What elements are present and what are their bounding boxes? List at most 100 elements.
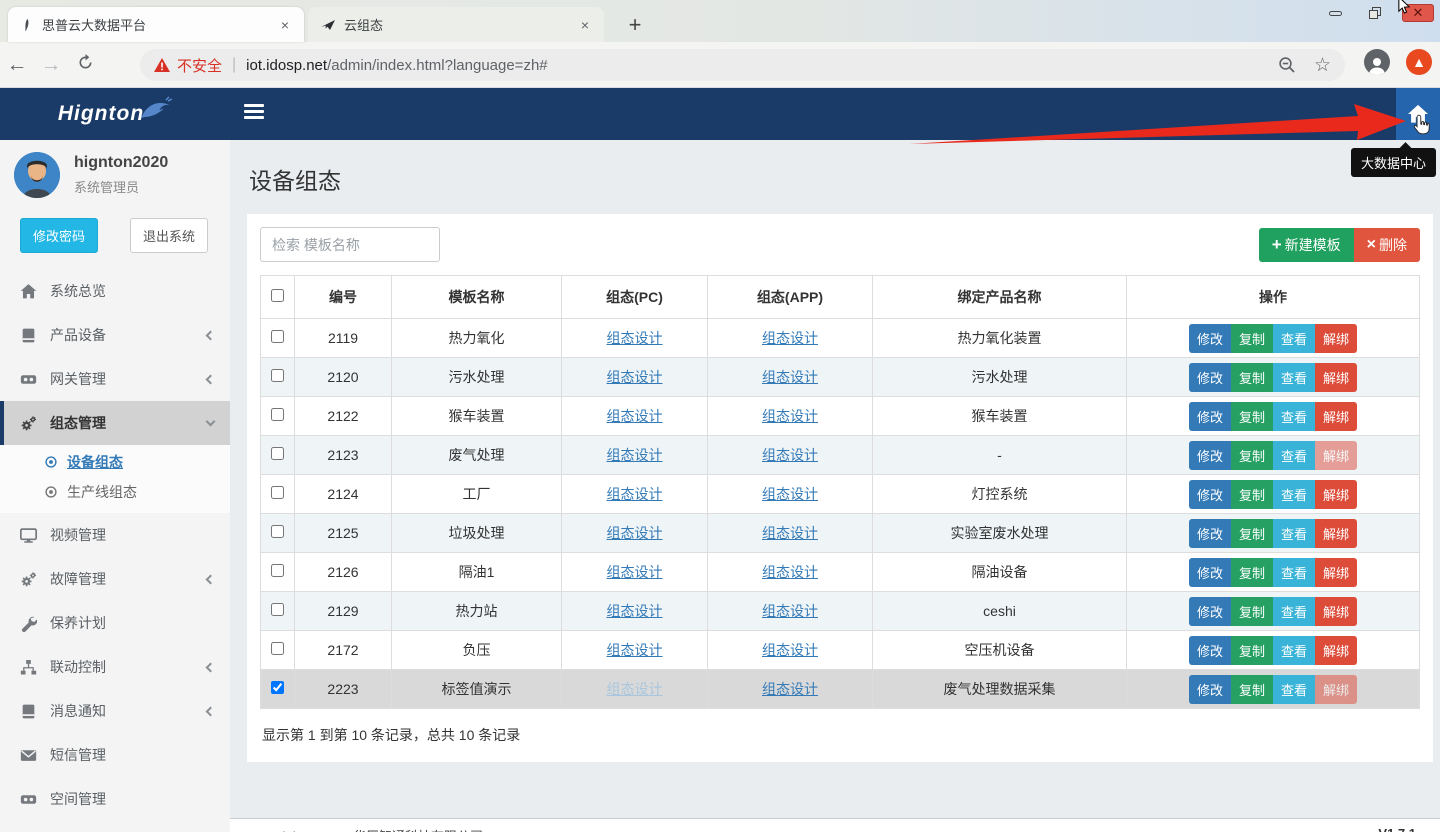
copy-button[interactable]: 复制 bbox=[1231, 558, 1273, 587]
pc-config-link[interactable]: 组态设计 bbox=[607, 447, 663, 463]
app-config-link[interactable]: 组态设计 bbox=[762, 330, 818, 346]
app-config-link[interactable]: 组态设计 bbox=[762, 642, 818, 658]
view-button[interactable]: 查看 bbox=[1273, 324, 1315, 353]
row-checkbox[interactable] bbox=[271, 603, 284, 616]
sidebar-item-line-config[interactable]: 生产线组态 bbox=[0, 477, 230, 507]
user-avatar[interactable] bbox=[14, 152, 60, 198]
browser-tab-active[interactable]: 思普云大数据平台 × bbox=[8, 7, 304, 42]
pc-config-link[interactable]: 组态设计 bbox=[607, 525, 663, 541]
view-button[interactable]: 查看 bbox=[1273, 480, 1315, 509]
sidebar-item-space[interactable]: 空间管理 bbox=[0, 777, 230, 821]
close-button[interactable]: ✕ bbox=[1402, 4, 1434, 22]
sidebar-item-gateway[interactable]: 网关管理 bbox=[0, 357, 230, 401]
tab1-close-icon[interactable]: × bbox=[276, 16, 294, 34]
minimize-button[interactable] bbox=[1322, 4, 1348, 22]
edit-button[interactable]: 修改 bbox=[1189, 597, 1231, 626]
pc-config-link[interactable]: 组态设计 bbox=[607, 486, 663, 502]
sidebar-item-configuration[interactable]: 组态管理 bbox=[0, 401, 230, 445]
address-bar[interactable]: 不安全 | iot.idosp.net/admin/index.html?lan… bbox=[140, 49, 1345, 81]
sidebar-item-device-config[interactable]: 设备组态 bbox=[0, 447, 230, 477]
unbind-button[interactable]: 解绑 bbox=[1315, 480, 1357, 509]
copy-button[interactable]: 复制 bbox=[1231, 519, 1273, 548]
edit-button[interactable]: 修改 bbox=[1189, 519, 1231, 548]
row-checkbox[interactable] bbox=[271, 564, 284, 577]
app-config-link[interactable]: 组态设计 bbox=[762, 408, 818, 424]
copy-button[interactable]: 复制 bbox=[1231, 441, 1273, 470]
search-input[interactable] bbox=[260, 227, 440, 262]
pc-config-link-visited[interactable]: 组态设计 bbox=[607, 681, 663, 697]
sidebar-item-fault[interactable]: 故障管理 bbox=[0, 557, 230, 601]
pc-config-link[interactable]: 组态设计 bbox=[607, 564, 663, 580]
new-template-button[interactable]: +新建模板 bbox=[1259, 228, 1354, 262]
pc-config-link[interactable]: 组态设计 bbox=[607, 642, 663, 658]
view-button[interactable]: 查看 bbox=[1273, 402, 1315, 431]
bookmark-star-icon[interactable]: ☆ bbox=[1314, 54, 1331, 77]
browser-tab-inactive[interactable]: 云组态 × bbox=[308, 7, 604, 42]
url-text[interactable]: iot.idosp.net/admin/index.html?language=… bbox=[246, 57, 1268, 74]
copy-button[interactable]: 复制 bbox=[1231, 597, 1273, 626]
delete-button[interactable]: ×删除 bbox=[1354, 228, 1420, 262]
browser-profile-icon[interactable] bbox=[1364, 49, 1390, 75]
unbind-button-disabled[interactable]: 解绑 bbox=[1315, 441, 1357, 470]
unbind-button[interactable]: 解绑 bbox=[1315, 324, 1357, 353]
unbind-button[interactable]: 解绑 bbox=[1315, 597, 1357, 626]
app-config-link[interactable]: 组态设计 bbox=[762, 564, 818, 580]
unbind-button[interactable]: 解绑 bbox=[1315, 558, 1357, 587]
copy-button[interactable]: 复制 bbox=[1231, 363, 1273, 392]
copy-button[interactable]: 复制 bbox=[1231, 636, 1273, 665]
copy-button[interactable]: 复制 bbox=[1231, 675, 1273, 704]
pc-config-link[interactable]: 组态设计 bbox=[607, 330, 663, 346]
tab2-close-icon[interactable]: × bbox=[576, 16, 594, 34]
app-config-link[interactable]: 组态设计 bbox=[762, 681, 818, 697]
unbind-button[interactable]: 解绑 bbox=[1315, 636, 1357, 665]
row-checkbox[interactable] bbox=[271, 642, 284, 655]
row-checkbox[interactable] bbox=[271, 447, 284, 460]
sidebar-item-notification[interactable]: 消息通知 bbox=[0, 689, 230, 733]
app-config-link[interactable]: 组态设计 bbox=[762, 369, 818, 385]
sidebar-item-sms[interactable]: 短信管理 bbox=[0, 733, 230, 777]
copy-button[interactable]: 复制 bbox=[1231, 402, 1273, 431]
view-button[interactable]: 查看 bbox=[1273, 675, 1315, 704]
row-checkbox[interactable] bbox=[271, 486, 284, 499]
edit-button[interactable]: 修改 bbox=[1189, 675, 1231, 704]
row-checkbox[interactable] bbox=[271, 525, 284, 538]
edit-button[interactable]: 修改 bbox=[1189, 441, 1231, 470]
unbind-button[interactable]: 解绑 bbox=[1315, 363, 1357, 392]
logout-button[interactable]: 退出系统 bbox=[130, 218, 208, 253]
app-config-link[interactable]: 组态设计 bbox=[762, 525, 818, 541]
view-button[interactable]: 查看 bbox=[1273, 519, 1315, 548]
sidebar-item-linkage[interactable]: 联动控制 bbox=[0, 645, 230, 689]
copy-button[interactable]: 复制 bbox=[1231, 480, 1273, 509]
change-password-button[interactable]: 修改密码 bbox=[20, 218, 98, 253]
select-all-checkbox[interactable] bbox=[271, 289, 284, 302]
view-button[interactable]: 查看 bbox=[1273, 636, 1315, 665]
edit-button[interactable]: 修改 bbox=[1189, 402, 1231, 431]
pc-config-link[interactable]: 组态设计 bbox=[607, 603, 663, 619]
edit-button[interactable]: 修改 bbox=[1189, 558, 1231, 587]
unbind-button[interactable]: 解绑 bbox=[1315, 402, 1357, 431]
edit-button[interactable]: 修改 bbox=[1189, 363, 1231, 392]
refresh-button[interactable] bbox=[68, 53, 102, 77]
new-tab-button[interactable]: + bbox=[622, 12, 648, 38]
forward-button[interactable]: → bbox=[34, 53, 68, 77]
back-button[interactable]: ← bbox=[0, 53, 34, 77]
view-button[interactable]: 查看 bbox=[1273, 363, 1315, 392]
sidebar-item-maintenance[interactable]: 保养计划 bbox=[0, 601, 230, 645]
edit-button[interactable]: 修改 bbox=[1189, 636, 1231, 665]
restore-button[interactable] bbox=[1362, 4, 1388, 22]
row-checkbox[interactable] bbox=[271, 408, 284, 421]
row-checkbox[interactable] bbox=[271, 369, 284, 382]
not-secure-label[interactable]: 不安全 bbox=[177, 55, 222, 76]
edit-button[interactable]: 修改 bbox=[1189, 480, 1231, 509]
copy-button[interactable]: 复制 bbox=[1231, 324, 1273, 353]
app-config-link[interactable]: 组态设计 bbox=[762, 603, 818, 619]
row-checkbox[interactable] bbox=[271, 330, 284, 343]
view-button[interactable]: 查看 bbox=[1273, 441, 1315, 470]
app-config-link[interactable]: 组态设计 bbox=[762, 486, 818, 502]
hamburger-menu-icon[interactable] bbox=[244, 104, 264, 122]
sidebar-item-system-overview[interactable]: 系统总览 bbox=[0, 269, 230, 313]
pc-config-link[interactable]: 组态设计 bbox=[607, 369, 663, 385]
browser-update-icon[interactable]: ▲ bbox=[1406, 49, 1432, 75]
view-button[interactable]: 查看 bbox=[1273, 558, 1315, 587]
pc-config-link[interactable]: 组态设计 bbox=[607, 408, 663, 424]
